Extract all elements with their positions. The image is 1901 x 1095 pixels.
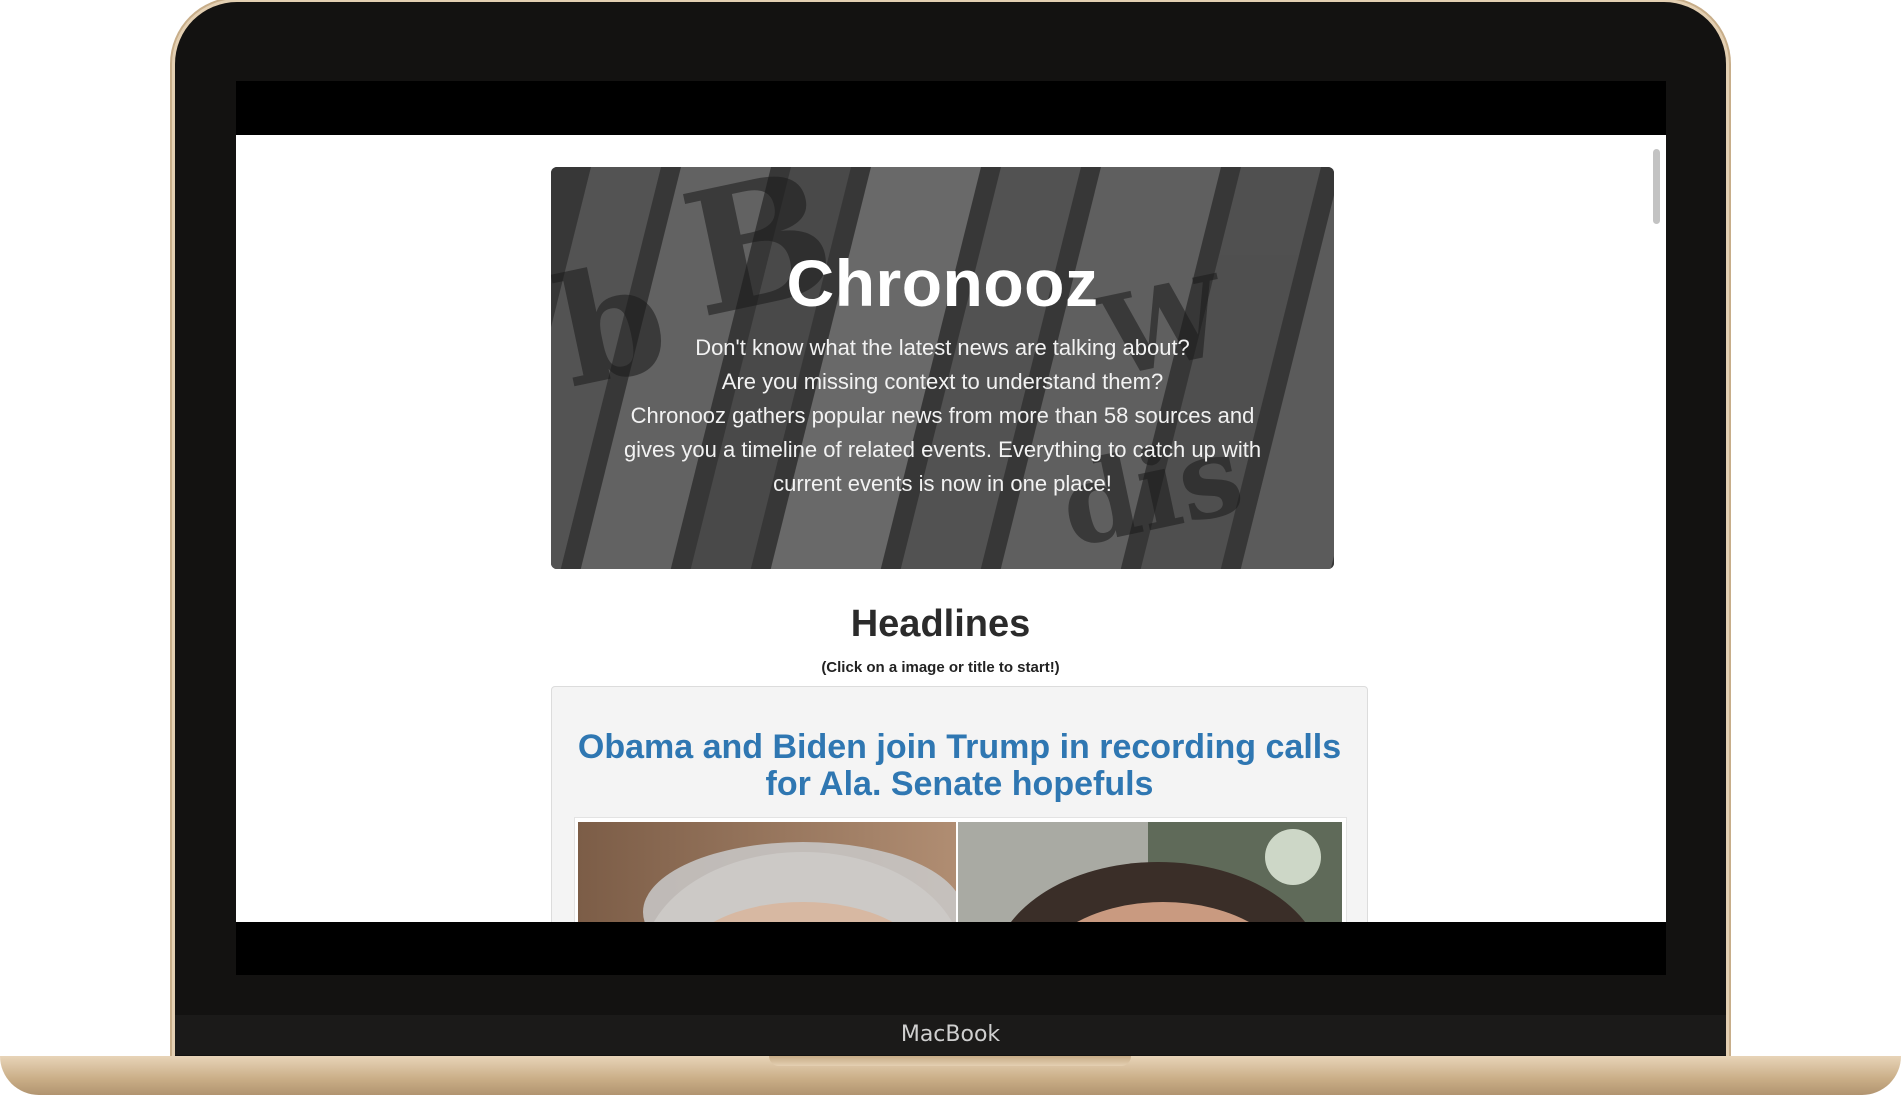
- laptop-notch: [769, 1056, 1131, 1066]
- vertical-scrollbar[interactable]: [1653, 149, 1660, 224]
- screen: b B W dis Chronooz Don't know what the l…: [236, 81, 1666, 975]
- hero-banner: b B W dis Chronooz Don't know what the l…: [551, 167, 1334, 569]
- hero-description: Don't know what the latest news are talk…: [611, 331, 1274, 501]
- app-title: Chronooz: [786, 246, 1099, 320]
- hero-line: Chronooz gathers popular news from more …: [630, 403, 1255, 428]
- device-brand-label: MacBook: [900, 1022, 1001, 1047]
- headlines-hint: (Click on a image or title to start!): [821, 659, 1060, 676]
- hero-line: current events is now in one place!: [773, 471, 1112, 496]
- article-card: Obama and Biden join Trump in recording …: [551, 686, 1368, 922]
- headlines-heading: Headlines: [850, 603, 1031, 645]
- article-image[interactable]: [574, 817, 1347, 922]
- article-photo-left[interactable]: [578, 822, 956, 922]
- article-photo-right[interactable]: [958, 822, 1342, 922]
- hero-line: Don't know what the latest news are talk…: [695, 335, 1190, 360]
- browser-viewport[interactable]: b B W dis Chronooz Don't know what the l…: [236, 135, 1666, 922]
- hero-line: Are you missing context to understand th…: [721, 369, 1164, 394]
- article-title-link[interactable]: Obama and Biden join Trump in recording …: [572, 729, 1347, 803]
- hero-line: gives you a timeline of related events. …: [623, 437, 1262, 462]
